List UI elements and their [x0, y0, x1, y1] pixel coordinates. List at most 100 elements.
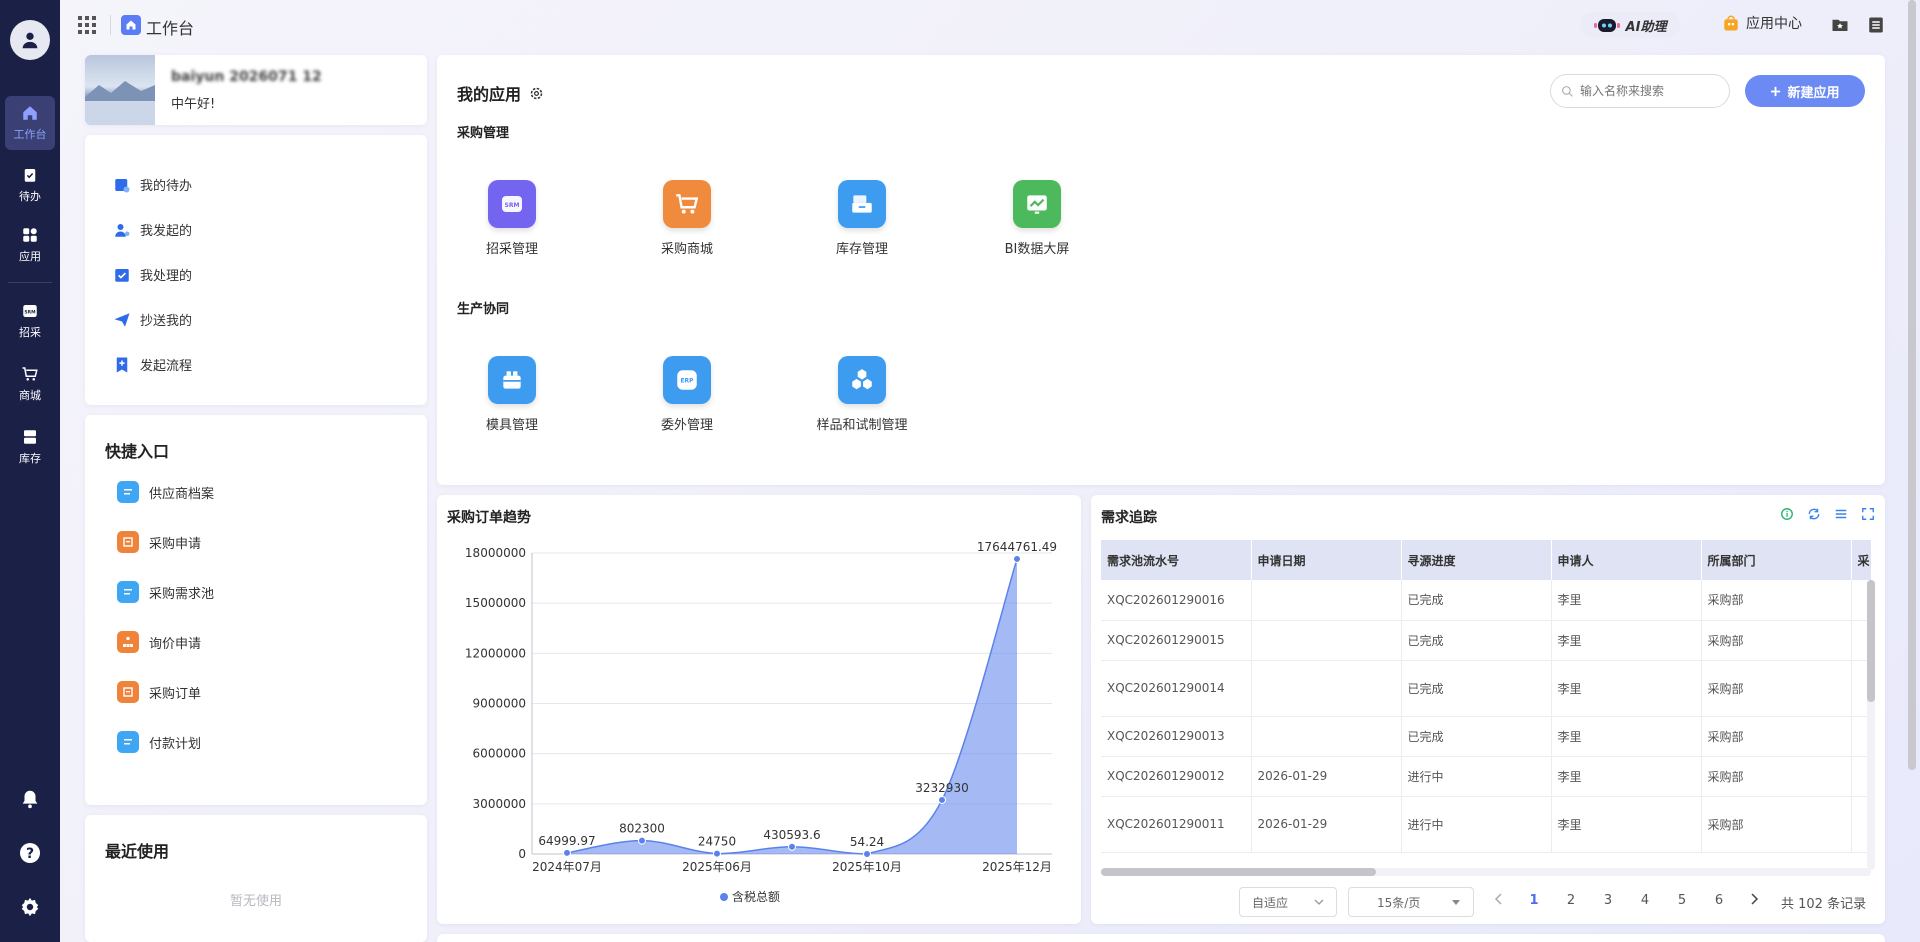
- svg-text:SRM: SRM: [24, 309, 36, 315]
- page-button[interactable]: 5: [1672, 893, 1692, 908]
- prev-page-button[interactable]: [1489, 893, 1509, 909]
- next-section-card: [437, 934, 1885, 942]
- app-search-input[interactable]: [1580, 84, 1720, 98]
- rail-item-mall[interactable]: 商城: [5, 357, 55, 411]
- column-header[interactable]: 申请日期: [1251, 540, 1402, 580]
- column-header[interactable]: 采: [1851, 540, 1871, 580]
- quick-item-supplier-file[interactable]: 供应商档案: [117, 481, 214, 503]
- column-header[interactable]: 申请人: [1551, 540, 1702, 580]
- quick-item-label: 询价申请: [149, 636, 202, 652]
- user-icon: [22, 32, 38, 49]
- settings-gear-icon[interactable]: [18, 895, 42, 919]
- user-avatar[interactable]: [10, 20, 50, 60]
- menu-item-start-process[interactable]: 发起流程: [113, 355, 192, 374]
- rail-label: 商城: [19, 389, 41, 402]
- column-header[interactable]: 需求池流水号: [1101, 540, 1252, 580]
- cell-applicant: 李里: [1551, 716, 1702, 757]
- menu-item-handled[interactable]: 我处理的: [113, 265, 192, 284]
- ai-assistant-button[interactable]: AI助理: [1580, 12, 1680, 38]
- table-vertical-scrollbar[interactable]: [1867, 580, 1875, 870]
- data-point: [713, 849, 721, 858]
- app-tile-sample[interactable]: 样品和试制管理: [802, 356, 922, 433]
- table-row[interactable]: XQC202601290014 已完成 李里 采购部: [1101, 660, 1871, 717]
- page-button[interactable]: 4: [1635, 893, 1655, 908]
- app-tile-mold[interactable]: 模具管理: [452, 356, 572, 433]
- menu-item-label: 我处理的: [140, 269, 193, 284]
- workbench-home-icon[interactable]: [121, 15, 141, 35]
- menu-item-label: 我的待办: [140, 179, 193, 194]
- app-tile-srm[interactable]: SRM 招采管理: [452, 180, 572, 257]
- table-row[interactable]: XQC202601290013 已完成 李里 采购部: [1101, 716, 1871, 757]
- page-button[interactable]: 2: [1561, 893, 1581, 908]
- page-button[interactable]: 3: [1598, 893, 1618, 908]
- quick-item-demand-pool[interactable]: 采购需求池: [117, 581, 214, 603]
- x-tick-label: 2024年07月: [532, 860, 602, 874]
- page-size-select[interactable]: 15条/页: [1348, 887, 1474, 917]
- app-tile-outsourcing[interactable]: ERP 委外管理: [627, 356, 747, 433]
- inventory-app-icon: [838, 180, 886, 228]
- document-icon: [117, 581, 139, 603]
- quick-entry-title: 快捷入口: [105, 442, 170, 461]
- column-header[interactable]: 寻源进度: [1401, 540, 1552, 580]
- cell-department: 采购部: [1701, 756, 1852, 797]
- empty-state-text: 暂无使用: [229, 894, 282, 909]
- cell-progress: 进行中: [1401, 756, 1552, 797]
- column-settings-icon[interactable]: [1834, 507, 1848, 521]
- column-header[interactable]: 所属部门: [1701, 540, 1852, 580]
- ai-assistant-label: AI助理: [1625, 19, 1667, 35]
- page-scrollbar[interactable]: [1908, 0, 1916, 770]
- new-app-button[interactable]: 新建应用: [1745, 75, 1865, 107]
- cell-progress: 已完成: [1401, 580, 1552, 621]
- app-search-box[interactable]: [1550, 74, 1730, 108]
- total-records: 共 102 条记录: [1781, 897, 1867, 912]
- page-button[interactable]: 6: [1709, 893, 1729, 908]
- page-button[interactable]: 1: [1524, 893, 1544, 908]
- next-page-button[interactable]: [1744, 893, 1764, 909]
- menu-item-cc[interactable]: 抄送我的: [113, 310, 192, 329]
- bell-icon[interactable]: [18, 787, 42, 811]
- rail-item-workbench[interactable]: 工作台: [5, 96, 55, 150]
- table-row[interactable]: XQC202601290012 2026-01-29 进行中 李里 采购部: [1101, 756, 1871, 797]
- cell-applicant: 李里: [1551, 660, 1702, 717]
- menu-item-initiated[interactable]: 我发起的: [113, 220, 192, 239]
- app-tile-inventory[interactable]: 库存管理: [802, 180, 922, 257]
- menu-item-my-todo[interactable]: 我的待办: [113, 175, 192, 194]
- app-tile-bi[interactable]: BI数据大屏: [977, 180, 1097, 257]
- rail-item-srm[interactable]: SRM 招采: [5, 294, 55, 348]
- quick-item-purchase-order[interactable]: 采购订单: [117, 681, 201, 703]
- rail-item-todo[interactable]: 待办: [5, 158, 55, 212]
- demand-table-viewport[interactable]: 需求池流水号 申请日期 寻源进度 申请人 所属部门 采 XQC202601290…: [1101, 540, 1871, 870]
- help-icon[interactable]: ?: [18, 841, 42, 865]
- quick-item-purchase-request[interactable]: 采购申请: [117, 531, 201, 553]
- document-list-icon[interactable]: [1866, 15, 1886, 35]
- star-folder-icon[interactable]: [1830, 15, 1850, 35]
- table-row[interactable]: XQC202601290011 2026-01-29 进行中 李里 采购部: [1101, 796, 1871, 853]
- chevron-down-icon: [1314, 899, 1324, 905]
- cell-serial: XQC202601290011: [1101, 796, 1252, 853]
- rail-item-apps[interactable]: 应用: [5, 218, 55, 272]
- rail-item-inventory[interactable]: 库存: [5, 420, 55, 474]
- my-apps-header: 我的应用: [457, 81, 544, 105]
- refresh-icon[interactable]: [1807, 507, 1821, 521]
- user-cover-image: [85, 55, 155, 125]
- data-point: [563, 848, 571, 857]
- shopping-bag-icon: [1724, 15, 1738, 31]
- table-horizontal-scrollbar[interactable]: [1101, 868, 1871, 876]
- quick-item-payment-plan[interactable]: 付款计划: [117, 731, 201, 753]
- table-row[interactable]: XQC202601290016 已完成 李里 采购部: [1101, 580, 1871, 621]
- app-center-button[interactable]: 应用中心: [1722, 13, 1802, 33]
- table-row[interactable]: XQC202601290015 已完成 李里 采购部: [1101, 620, 1871, 661]
- quick-item-inquiry[interactable]: 询价申请: [117, 631, 201, 653]
- info-icon[interactable]: [1780, 507, 1794, 521]
- app-launcher-grid-icon[interactable]: [78, 16, 96, 38]
- fullscreen-icon[interactable]: [1861, 507, 1875, 521]
- app-label: 样品和试制管理: [816, 418, 908, 433]
- data-label: 430593.6: [763, 828, 820, 842]
- calendar-icon: [115, 178, 130, 192]
- data-label: 64999.97: [538, 834, 595, 848]
- cell-date: 2026-01-29: [1251, 756, 1402, 797]
- app-tile-mall[interactable]: 采购商城: [627, 180, 747, 257]
- size-mode-select[interactable]: 自适应: [1239, 887, 1337, 917]
- settings-icon[interactable]: [529, 86, 544, 101]
- y-tick-label: 9000000: [473, 697, 526, 711]
